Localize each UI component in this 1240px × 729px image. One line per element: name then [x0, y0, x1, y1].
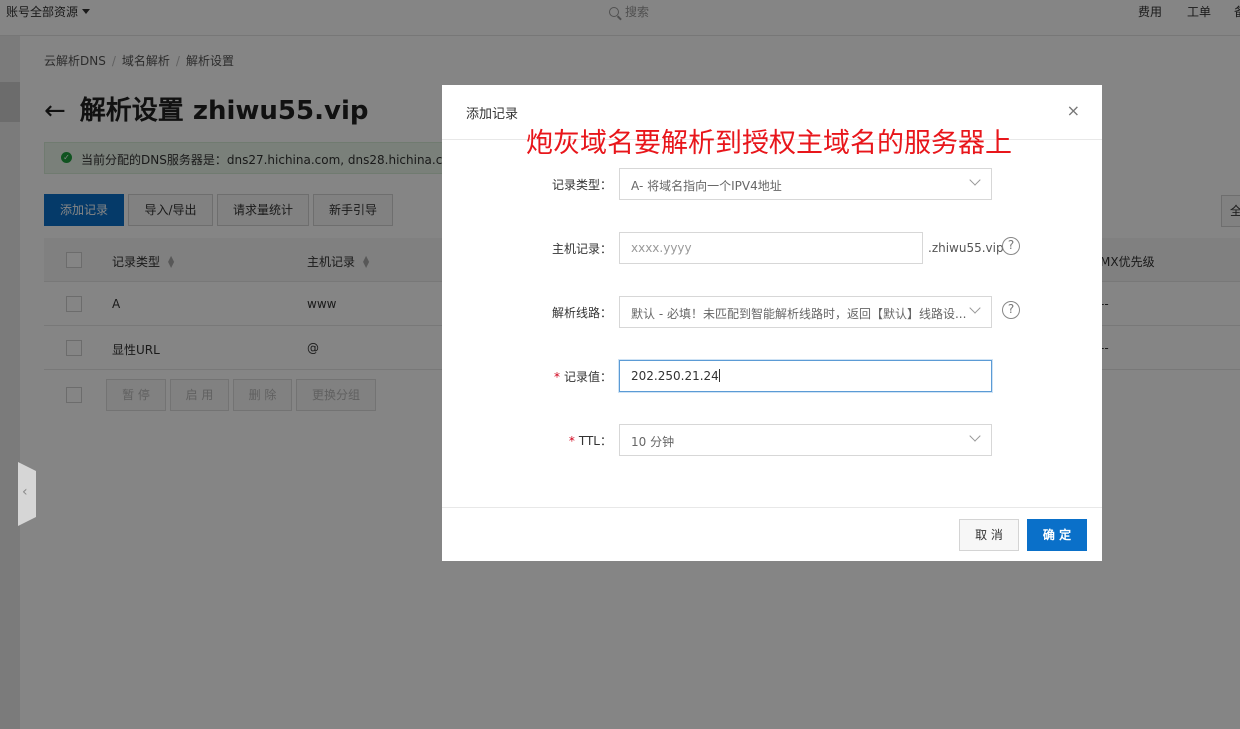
- host-record-label: 主机记录：: [551, 242, 612, 256]
- ttl-label-text: TTL：: [578, 434, 612, 448]
- record-value-input[interactable]: 202.250.21.24: [619, 360, 992, 392]
- text-cursor: [718, 369, 720, 382]
- chevron-left-icon: ‹: [22, 484, 28, 500]
- record-value-label: * 记录值：: [442, 368, 612, 385]
- chevron-down-icon: [969, 174, 981, 186]
- record-type-select[interactable]: A- 将域名指向一个IPV4地址: [619, 168, 992, 200]
- add-record-dialog: 添加记录 × 炮灰域名要解析到授权主域名的服务器上 记录类型： A- 将域名指向…: [442, 85, 1102, 561]
- ttl-value: 10 分钟: [631, 435, 675, 449]
- confirm-button[interactable]: 确 定: [1027, 519, 1087, 551]
- close-icon[interactable]: ×: [1067, 103, 1080, 119]
- annotation-text: 炮灰域名要解析到授权主域名的服务器上: [526, 128, 1012, 159]
- chevron-down-icon: [969, 430, 981, 442]
- chevron-down-icon: [969, 302, 981, 314]
- ttl-label: * TTL：: [442, 432, 612, 449]
- resolution-line-label: 解析线路：: [551, 306, 612, 320]
- required-mark: *: [553, 370, 560, 384]
- sidebar-toggle[interactable]: ‹: [18, 462, 36, 526]
- help-icon[interactable]: ?: [1002, 301, 1020, 319]
- domain-suffix: .zhiwu55.vip: [928, 241, 1004, 255]
- resolution-line-value: 默认 - 必填！未匹配到智能解析线路时，返回【默认】线路设...: [631, 307, 967, 321]
- host-record-placeholder: xxxx.yyyy: [631, 241, 692, 255]
- host-record-input[interactable]: xxxx.yyyy: [619, 232, 923, 264]
- ttl-select[interactable]: 10 分钟: [619, 424, 992, 456]
- help-icon[interactable]: ?: [1002, 237, 1020, 255]
- dialog-title: 添加记录: [466, 107, 519, 122]
- required-mark: *: [568, 434, 575, 448]
- dialog-footer-divider: [442, 507, 1102, 508]
- record-value-text: 202.250.21.24: [631, 369, 719, 383]
- cancel-button[interactable]: 取 消: [959, 519, 1019, 551]
- resolution-line-select[interactable]: 默认 - 必填！未匹配到智能解析线路时，返回【默认】线路设...: [619, 296, 992, 328]
- record-type-value: A- 将域名指向一个IPV4地址: [631, 179, 782, 193]
- record-type-label: 记录类型：: [551, 178, 612, 192]
- record-value-label-text: 记录值：: [563, 370, 612, 384]
